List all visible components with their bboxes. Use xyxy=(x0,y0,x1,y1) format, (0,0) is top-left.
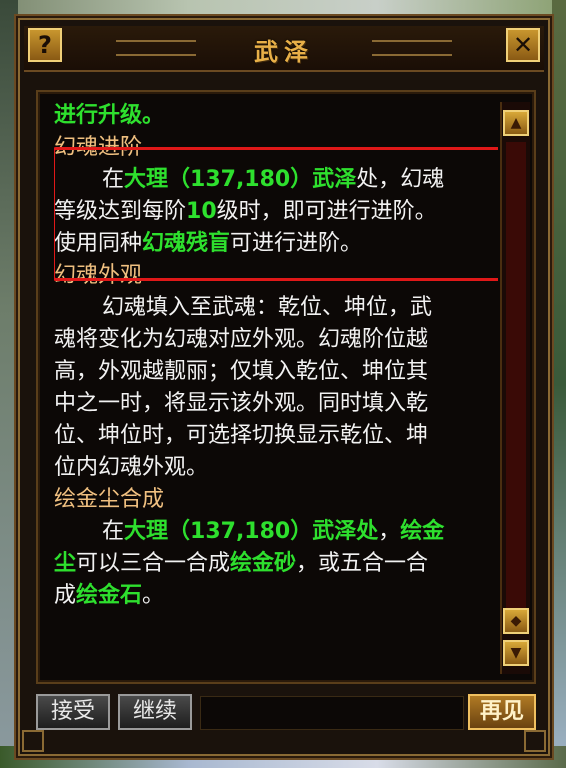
text: ，或五合一合 xyxy=(296,551,429,576)
text: 。 xyxy=(142,583,165,608)
appearance-line-4: 中之一时，将显示该外观。同时填入乾 xyxy=(54,391,429,416)
section-heading-appearance: 幻魂外观 xyxy=(54,263,143,288)
dialog-text-area: 进行升级。 幻魂进阶 在大理（137,180）武泽处，幻魂 等级达到每阶10级时… xyxy=(54,100,498,670)
text: 成 xyxy=(54,583,77,608)
item-name: 尘 xyxy=(54,551,77,576)
npc-location-link[interactable]: 大理（137,180）武泽 xyxy=(124,167,356,192)
scroll-up-arrow-icon[interactable]: ▲ xyxy=(503,110,529,136)
npc-location-link[interactable]: 大理（137,180）武泽处 xyxy=(124,519,378,544)
advance-line-1: 在大理（137,180）武泽处，幻魂 xyxy=(54,164,498,196)
appearance-line-3: 高，外观越靓丽；仅填入乾位、坤位其 xyxy=(54,359,429,384)
synthesis-line-3: 成绘金石。 xyxy=(54,580,498,612)
text: 使用同种 xyxy=(54,231,143,256)
appearance-line-2: 魂将变化为幻魂对应外观。幻魂阶位越 xyxy=(54,327,429,352)
text: 等级达到每阶 xyxy=(54,199,187,224)
background-scenery-right xyxy=(552,0,566,768)
section-heading-synthesis: 绘金尘合成 xyxy=(54,487,165,512)
accept-button[interactable]: 接受 xyxy=(36,694,110,730)
npc-dialog-window: 武泽 ? ✕ 进行升级。 幻魂进阶 在大理（137,180）武泽处，幻魂 等级达… xyxy=(14,14,554,760)
text: ， xyxy=(378,519,401,544)
scroll-track[interactable] xyxy=(506,142,526,632)
text: 在 xyxy=(102,519,125,544)
scrollbar[interactable]: ▲ ◆ ▼ xyxy=(500,102,530,674)
item-name: 绘金石 xyxy=(76,583,143,608)
text: 可以三合一合成 xyxy=(76,551,231,576)
scroll-down-arrow-icon[interactable]: ▼ xyxy=(503,640,529,666)
appearance-line-6: 位内幻魂外观。 xyxy=(54,455,209,480)
goodbye-button[interactable]: 再见 xyxy=(468,694,536,730)
text-line-intro: 进行升级。 xyxy=(54,103,165,128)
text: 级时，即可进行进阶。 xyxy=(216,199,437,224)
item-name: 幻魂残盲 xyxy=(142,231,231,256)
dialog-title: 武泽 xyxy=(254,37,314,66)
question-icon[interactable]: ? xyxy=(28,28,62,62)
text: 处，幻魂 xyxy=(356,167,445,192)
button-bar-spacer xyxy=(200,696,464,730)
dialog-button-bar: 接受 继续 再见 xyxy=(36,694,536,738)
synthesis-line-2: 尘可以三合一合成绘金砂，或五合一合 xyxy=(54,548,498,580)
dialog-titlebar: 武泽 xyxy=(24,26,544,72)
level-value: 10 xyxy=(186,199,217,224)
title-ornament-right xyxy=(372,40,452,56)
appearance-line-1: 幻魂填入至武魂：乾位、坤位，武 xyxy=(102,295,433,320)
dialog-content-frame: 进行升级。 幻魂进阶 在大理（137,180）武泽处，幻魂 等级达到每阶10级时… xyxy=(36,90,536,684)
continue-button[interactable]: 继续 xyxy=(118,694,192,730)
section-heading-advance: 幻魂进阶 xyxy=(54,135,143,160)
text: 可进行进阶。 xyxy=(230,231,363,256)
text: 在 xyxy=(102,167,125,192)
item-name: 绘金 xyxy=(400,519,445,544)
close-x-icon[interactable]: ✕ xyxy=(506,28,540,62)
advance-line-3: 使用同种幻魂残盲可进行进阶。 xyxy=(54,228,498,260)
frame-corner-ornament-right xyxy=(524,730,546,752)
advance-line-2: 等级达到每阶10级时，即可进行进阶。 xyxy=(54,196,498,228)
synthesis-line-1: 在大理（137,180）武泽处，绘金 xyxy=(54,516,498,548)
item-name: 绘金砂 xyxy=(230,551,297,576)
frame-corner-ornament-left xyxy=(22,730,44,752)
appearance-line-5: 位、坤位时，可选择切换显示乾位、坤 xyxy=(54,423,429,448)
scroll-diamond-icon[interactable]: ◆ xyxy=(503,608,529,634)
